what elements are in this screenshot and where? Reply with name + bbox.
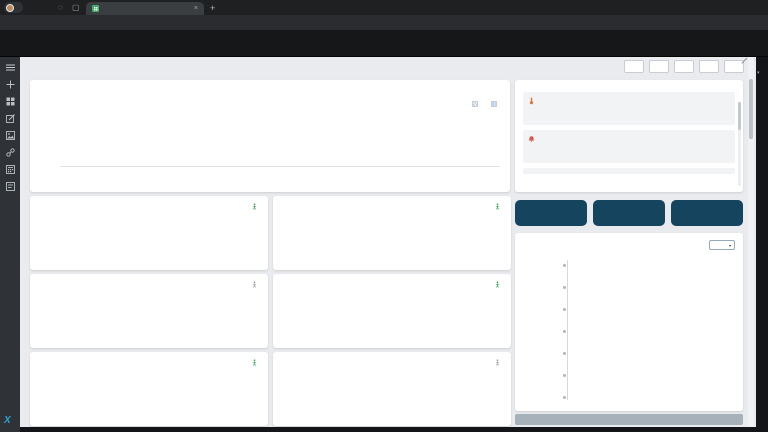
gantt-row-labels: [34, 113, 56, 167]
image-icon[interactable]: [5, 130, 15, 140]
crusher-card: [30, 352, 268, 426]
recommendation-item[interactable]: [523, 92, 735, 125]
crusher-card: [273, 274, 511, 348]
crusher-card: [273, 196, 511, 270]
running-person-icon: [252, 281, 257, 288]
gantt-x-axis: [60, 170, 500, 178]
new-tab-button[interactable]: +: [210, 2, 215, 14]
browser-profile-button[interactable]: [4, 2, 23, 13]
app-header: ? ▾: [0, 30, 768, 57]
memory-row[interactable]: [523, 342, 735, 364]
profile-admin-button[interactable]: [649, 60, 669, 73]
crusher-card: [273, 352, 511, 426]
crusher-maint-agent-button[interactable]: [515, 200, 587, 226]
memory-row[interactable]: [523, 254, 735, 276]
status-badge: [495, 281, 502, 288]
legend-planned-maintenance[interactable]: [472, 101, 481, 107]
last-updated-bar: [515, 414, 743, 425]
crusher-perf-agent-button[interactable]: [593, 200, 665, 226]
sparkline: [146, 228, 258, 244]
chart-legend: [472, 101, 500, 107]
memory-row[interactable]: [523, 320, 735, 342]
recommendations-card: [515, 80, 743, 192]
edit-page-icon[interactable]: [741, 57, 748, 64]
maintenance-chart-card: [30, 80, 510, 192]
memory-row[interactable]: [523, 276, 735, 298]
xmpro-x-logo: X: [4, 415, 11, 426]
timeline-dot: [562, 373, 567, 378]
tab-close-icon[interactable]: ×: [194, 2, 198, 15]
running-person-icon: [495, 359, 500, 366]
panels-icon[interactable]: [5, 181, 15, 191]
designer-edit-icon[interactable]: [5, 113, 15, 123]
memory-rows: [523, 254, 735, 408]
memory-timeline-card: ▾: [515, 233, 743, 411]
crusher-card: [30, 196, 268, 270]
browser-tab[interactable]: ×: [86, 2, 204, 15]
chevron-down-icon: ▾: [729, 243, 731, 248]
view-monitoring-button[interactable]: [624, 60, 644, 73]
running-person-icon: [495, 281, 500, 288]
sparkline: [389, 306, 501, 322]
page-toolbar: [624, 60, 744, 73]
main-content: ×: [20, 57, 756, 427]
agent-buttons: [515, 200, 743, 226]
timeline-dot: [562, 351, 567, 356]
sparkline: [389, 384, 501, 400]
memory-row[interactable]: [523, 298, 735, 320]
sparkline: [146, 306, 258, 322]
timeline-dot: [562, 263, 567, 268]
user-menu-caret-icon[interactable]: ▾: [757, 70, 760, 76]
apps-icon[interactable]: [5, 96, 15, 106]
status-badge: [252, 203, 259, 210]
link-icon[interactable]: [5, 147, 15, 157]
legend-predicted-eol[interactable]: [491, 101, 500, 107]
status-badge: [495, 359, 502, 366]
recommendation-item[interactable]: [523, 130, 735, 163]
recommendation-item-partial[interactable]: [523, 168, 735, 174]
menu-icon[interactable]: [5, 62, 15, 72]
sparkline: [389, 228, 501, 244]
running-person-icon: [252, 203, 257, 210]
blue-swatch-icon: [491, 101, 497, 107]
running-person-icon: [252, 359, 257, 366]
temperature-icon: [528, 97, 535, 105]
vibration-icon: [528, 135, 535, 143]
memory-row[interactable]: [523, 364, 735, 386]
add-icon[interactable]: [5, 79, 15, 89]
running-person-icon: [495, 203, 500, 210]
timeline-dot: [562, 395, 567, 400]
crusher-wear-agent-button[interactable]: [671, 200, 743, 226]
status-badge: [495, 203, 502, 210]
calculator-icon[interactable]: [5, 164, 15, 174]
timeline-dot: [562, 307, 567, 312]
records-select[interactable]: ▾: [709, 240, 735, 250]
hatch-swatch-icon: [472, 101, 478, 107]
team-admin-button[interactable]: [699, 60, 719, 73]
crusher-card: [30, 274, 268, 348]
main-scrollbar-thumb[interactable]: [749, 79, 753, 139]
browser-tab-strip: ◌ ▢ × +: [0, 0, 768, 15]
app-sidebar: X: [0, 57, 20, 432]
status-badge: [252, 359, 259, 366]
app-designer-favicon: [92, 5, 99, 12]
timeline-dot: [562, 329, 567, 334]
recommendations-scrollbar-thumb[interactable]: [738, 102, 741, 130]
tab-actions-icon[interactable]: ▢: [72, 2, 80, 13]
sparkline: [146, 384, 258, 400]
gantt-plot-area: [60, 113, 500, 167]
timeline-dot: [562, 285, 567, 290]
browser-address-bar: ← ⟳ ⌂ ☆ …: [0, 15, 768, 30]
status-badge: [252, 281, 259, 288]
memory-row[interactable]: [523, 386, 735, 408]
team-wizard-button[interactable]: [674, 60, 694, 73]
profile-avatar-icon: [6, 4, 14, 12]
screen: ◌ ▢ × + ← ⟳ ⌂ ☆: [0, 0, 768, 432]
workspaces-icon[interactable]: ◌: [58, 2, 63, 13]
